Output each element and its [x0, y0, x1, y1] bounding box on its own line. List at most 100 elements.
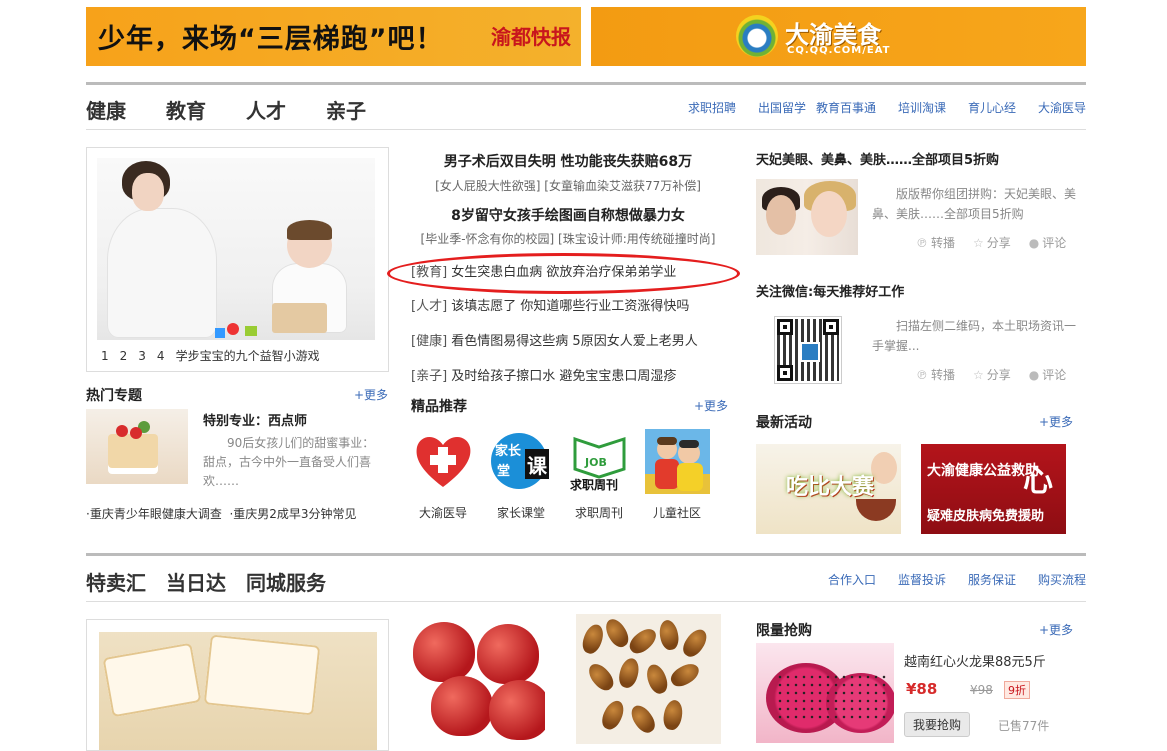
parent-class-icon[interactable]: 家长堂 课 — [489, 429, 554, 494]
tab-talent[interactable]: 人才 — [246, 95, 286, 124]
share-button[interactable]: ☆ 分享 — [973, 236, 1011, 250]
tab-local-service[interactable]: 同城服务 — [246, 567, 326, 596]
section-divider — [86, 601, 1086, 602]
medical-guide-icon[interactable] — [411, 429, 476, 494]
tab-education[interactable]: 教育 — [166, 95, 206, 124]
recommend-label[interactable]: 大渝医导 — [403, 504, 483, 521]
qr-corner — [777, 365, 793, 381]
kids-community-icon[interactable] — [645, 429, 710, 494]
apple — [431, 676, 493, 736]
news-category: [健康] — [411, 334, 448, 349]
buy-now-button[interactable]: 我要抢购 — [904, 712, 971, 737]
headline-subs[interactable]: [女人屁股大性欲强] [女童输血染艾滋获77万补偿] — [408, 177, 728, 194]
nut — [584, 659, 618, 695]
topic-image[interactable] — [86, 409, 188, 484]
comment-button[interactable]: ● 评论 — [1029, 368, 1067, 382]
nut — [601, 615, 633, 651]
slider-page-2[interactable]: 2 — [120, 349, 128, 363]
news-item[interactable]: [亲子] 及时给孩子擦口水 避免宝宝患口周湿疹 — [411, 365, 676, 384]
repost-icon: ℗ — [916, 368, 928, 382]
section-divider — [86, 82, 1086, 85]
link-parenting-tips[interactable]: 育儿心经 — [968, 99, 1016, 116]
comment-button[interactable]: ● 评论 — [1029, 236, 1067, 250]
photo-slider[interactable]: 1 2 3 4 学步宝宝的九个益智小游戏 — [86, 147, 389, 372]
link-purchase-process[interactable]: 购买流程 — [1038, 571, 1086, 588]
svg-text:堂: 堂 — [497, 463, 510, 479]
news-text[interactable]: 看色情图易得这些病 5原因女人爱上老男人 — [447, 334, 697, 349]
news-item[interactable]: [健康] 看色情图易得这些病 5原因女人爱上老男人 — [411, 330, 698, 349]
recommend-label[interactable]: 儿童社区 — [637, 504, 717, 521]
comment-icon: ● — [1028, 236, 1040, 250]
tab-same-day[interactable]: 当日达 — [166, 567, 226, 596]
topic-feature-title[interactable]: 特别专业：西点师 — [203, 410, 307, 429]
product-image-nougat[interactable] — [86, 619, 389, 751]
link-education-faq[interactable]: 教育百事通 — [816, 99, 876, 116]
product-image-apples[interactable] — [411, 614, 545, 744]
news-item[interactable]: [人才] 该填志愿了 你知道哪些行业工资涨得快吗 — [411, 295, 689, 314]
link-complaints[interactable]: 监督投诉 — [898, 571, 946, 588]
link-jobs[interactable]: 求职招聘 — [688, 99, 736, 116]
news-text[interactable]: 女生突患白血病 欲放弃治疗保弟弟学业 — [447, 265, 676, 280]
repost-button[interactable]: ℗ 转播 — [916, 368, 955, 382]
section-divider — [86, 553, 1086, 556]
toy — [245, 326, 257, 336]
product-image-dragonfruit[interactable] — [756, 643, 894, 743]
toy-box — [272, 303, 327, 333]
activities-more-link[interactable]: +更多 — [1039, 413, 1073, 430]
headline-subs[interactable]: [毕业季-怀念有你的校园] [珠宝设计师:用传统碰撞时尚] — [408, 230, 728, 247]
link-guarantee[interactable]: 服务保证 — [968, 571, 1016, 588]
product-image-pine-nuts[interactable] — [576, 614, 721, 744]
qr-corner — [777, 319, 793, 335]
headline-title[interactable]: 8岁留守女孩手绘图画自称想做暴力女 — [408, 205, 728, 225]
nut — [625, 624, 661, 658]
qq-logo-icon — [736, 15, 778, 57]
activity-image[interactable]: 大渝健康公益救助 心 疑难皮肤病免费援助 — [921, 444, 1066, 534]
tab-special-sale[interactable]: 特卖汇 — [86, 567, 146, 596]
hot-topics-more-link[interactable]: +更多 — [354, 386, 388, 403]
topic-links[interactable]: ·重庆青少年眼健康大调查 ·重庆男2成早3分钟常见 — [86, 505, 357, 522]
slider-page-1[interactable]: 1 — [101, 349, 109, 363]
recommend-more-link[interactable]: +更多 — [694, 397, 728, 414]
promo-image[interactable] — [756, 179, 858, 255]
svg-text:JOB: JOB — [584, 456, 607, 469]
share-button[interactable]: ☆ 分享 — [973, 368, 1011, 382]
link-training[interactable]: 培训淘课 — [898, 99, 946, 116]
banner-ad-right[interactable]: 大渝美食 CQ.QQ.COM/EAT — [591, 7, 1086, 66]
repost-button[interactable]: ℗ 转播 — [916, 236, 955, 250]
discount-badge: 9折 — [1004, 681, 1030, 699]
promo-text: 版版帮你组团拼购：天妃美眼、美鼻、美肤……全部项目5折购 — [872, 187, 1077, 221]
slider-page-4[interactable]: 4 — [157, 349, 165, 363]
banner-ad-left[interactable]: 少年，来场“三层梯跑”吧！ 渝都快报 — [86, 7, 581, 66]
slider-photo[interactable] — [97, 158, 375, 340]
banner-url: CQ.QQ.COM/EAT — [787, 45, 891, 56]
job-weekly-icon[interactable]: JOB 求职周刊 — [567, 429, 632, 494]
toy — [227, 323, 239, 335]
activity-image[interactable]: 吃比大赛 — [756, 444, 901, 534]
link-study-abroad[interactable]: 出国留学 — [758, 99, 806, 116]
tab-parenting[interactable]: 亲子 — [326, 95, 366, 124]
headline-title[interactable]: 男子术后双目失明 性功能丧失获赔68万 — [408, 151, 728, 171]
mother-figure — [107, 208, 217, 338]
product-name[interactable]: 越南红心火龙果88元5斤 — [904, 651, 1046, 670]
nut — [657, 618, 681, 652]
tab-health[interactable]: 健康 — [86, 95, 126, 124]
promo-title[interactable]: 关注微信:每天推荐好工作 — [756, 281, 904, 300]
link-cooperation[interactable]: 合作入口 — [828, 571, 876, 588]
recommend-label[interactable]: 家长课堂 — [481, 504, 561, 521]
news-text[interactable]: 该填志愿了 你知道哪些行业工资涨得快吗 — [447, 299, 689, 314]
cake — [108, 434, 158, 474]
nut — [616, 656, 642, 690]
heart-glyph: 心 — [1023, 464, 1053, 499]
slider-caption[interactable]: 学步宝宝的九个益智小游戏 — [176, 349, 320, 363]
slider-page-3[interactable]: 3 — [138, 349, 146, 363]
svg-text:课: 课 — [527, 454, 548, 478]
promo-title[interactable]: 天妃美眼、美鼻、美肤……全部项目5折购 — [756, 149, 999, 168]
nut — [627, 701, 659, 737]
face — [766, 195, 796, 235]
link-medical-guide[interactable]: 大渝医导 — [1038, 99, 1086, 116]
flash-sale-more-link[interactable]: +更多 — [1039, 621, 1073, 638]
promo-actions: ℗ 转播 ☆ 分享 ● 评论 — [916, 366, 1084, 383]
recommend-label[interactable]: 求职周刊 — [559, 504, 639, 521]
news-text[interactable]: 及时给孩子擦口水 避免宝宝患口周湿疹 — [447, 369, 676, 384]
news-item[interactable]: [教育] 女生突患白血病 欲放弃治疗保弟弟学业 — [411, 261, 676, 280]
